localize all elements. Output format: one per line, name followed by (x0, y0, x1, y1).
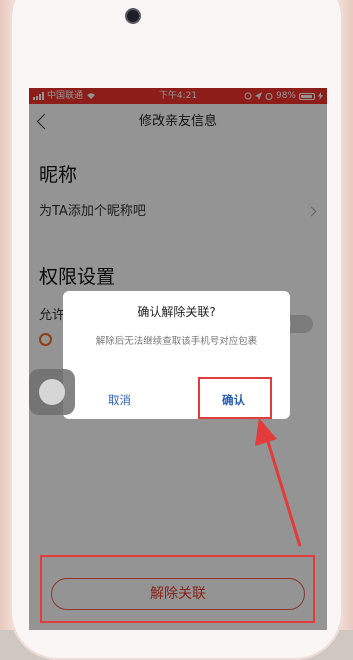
annotation-arrow (255, 418, 302, 547)
